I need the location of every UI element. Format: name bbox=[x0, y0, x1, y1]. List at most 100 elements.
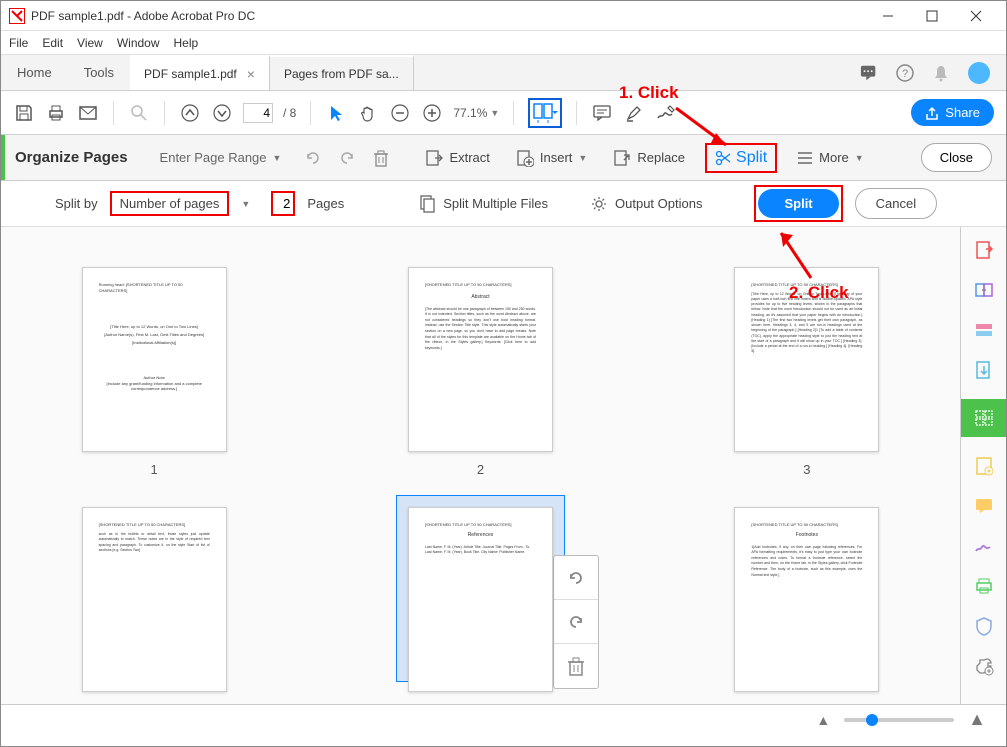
insert-button[interactable]: Insert▼ bbox=[510, 145, 593, 171]
tab-doc2[interactable]: Pages from PDF sa... bbox=[270, 55, 414, 90]
menu-edit[interactable]: Edit bbox=[42, 36, 63, 50]
split-execute-button[interactable]: Split bbox=[754, 185, 842, 222]
tab-row: Home Tools PDF sample1.pdf × Pages from … bbox=[1, 55, 1006, 91]
replace-button[interactable]: Replace bbox=[607, 145, 691, 171]
app-icon bbox=[9, 8, 25, 24]
rs-organize-active-icon[interactable] bbox=[961, 399, 1006, 437]
right-sidebar bbox=[960, 227, 1006, 704]
menu-help[interactable]: Help bbox=[174, 36, 199, 50]
share-icon bbox=[925, 106, 939, 120]
zoom-in-icon[interactable] bbox=[421, 102, 443, 124]
split-execute-label: Split bbox=[758, 189, 838, 218]
organize-bar: Organize Pages Enter Page Range ▼ Extrac… bbox=[1, 135, 1006, 181]
tab-doc1[interactable]: PDF sample1.pdf × bbox=[130, 55, 270, 90]
rs-comment-icon[interactable] bbox=[973, 455, 995, 477]
split-multiple-files-button[interactable]: Split Multiple Files bbox=[418, 195, 548, 213]
rs-more-tools-icon[interactable] bbox=[973, 655, 995, 677]
rotate-cw-icon[interactable] bbox=[554, 600, 598, 644]
page-thumb-1-label: 1 bbox=[151, 462, 158, 477]
bottom-zoom-bar: ▲ ▲ bbox=[1, 704, 1006, 734]
scissors-icon bbox=[715, 150, 731, 166]
page-thumb-1[interactable]: Running head: [SHORTENED TITLE UP TO 50 … bbox=[82, 267, 227, 452]
page-thumb-5[interactable]: [SHORTENED TITLE UP TO 50 CHARACTERS] Re… bbox=[408, 507, 553, 692]
page-thumb-3-label: 3 bbox=[803, 462, 810, 477]
pointer-icon[interactable] bbox=[325, 102, 347, 124]
menubar: File Edit View Window Help bbox=[1, 31, 1006, 55]
rotate-left-icon[interactable] bbox=[303, 148, 323, 168]
svg-text:?: ? bbox=[902, 68, 908, 80]
page-thumb-2-label: 2 bbox=[477, 462, 484, 477]
page-range-dropdown[interactable]: Enter Page Range ▼ bbox=[152, 146, 290, 169]
rs-fill-sign-icon[interactable] bbox=[973, 535, 995, 557]
split-count-input[interactable] bbox=[271, 191, 295, 216]
tab-tools[interactable]: Tools bbox=[68, 55, 130, 90]
highlight-icon[interactable] bbox=[623, 102, 645, 124]
rs-sticky-icon[interactable] bbox=[973, 495, 995, 517]
rs-protect-icon[interactable] bbox=[973, 615, 995, 637]
split-mode-dropdown[interactable]: Number of pages bbox=[110, 191, 230, 216]
cancel-button[interactable]: Cancel bbox=[855, 188, 937, 219]
minimize-button[interactable] bbox=[866, 1, 910, 31]
page-display-dropdown[interactable] bbox=[528, 98, 562, 128]
bell-icon[interactable] bbox=[932, 64, 950, 82]
close-window-button[interactable] bbox=[954, 1, 998, 31]
rotate-right-icon[interactable] bbox=[337, 148, 357, 168]
chevron-down-icon[interactable]: ▼ bbox=[241, 199, 259, 209]
maximize-button[interactable] bbox=[910, 1, 954, 31]
output-options-button[interactable]: Output Options bbox=[590, 195, 702, 213]
avatar[interactable] bbox=[968, 62, 990, 84]
menu-window[interactable]: Window bbox=[117, 36, 160, 50]
email-icon[interactable] bbox=[77, 102, 99, 124]
pages-label: Pages bbox=[307, 196, 344, 211]
tab-doc2-label: Pages from PDF sa... bbox=[284, 67, 399, 81]
comment-icon[interactable] bbox=[591, 102, 613, 124]
tab-doc1-close-icon[interactable]: × bbox=[247, 66, 255, 82]
rotate-ccw-icon[interactable] bbox=[554, 556, 598, 600]
rs-edit-pdf-icon[interactable] bbox=[973, 319, 995, 341]
print-icon[interactable] bbox=[45, 102, 67, 124]
zoom-large-icon[interactable]: ▲ bbox=[968, 709, 986, 730]
sign-icon[interactable] bbox=[655, 102, 677, 124]
delete-icon[interactable] bbox=[371, 148, 391, 168]
search-icon[interactable] bbox=[128, 102, 150, 124]
save-icon[interactable] bbox=[13, 102, 35, 124]
page-up-icon[interactable] bbox=[179, 102, 201, 124]
page-thumb-2[interactable]: [SHORTENED TITLE UP TO 50 CHARACTERS] Ab… bbox=[408, 267, 553, 452]
rs-export-pdf-icon[interactable] bbox=[973, 239, 995, 261]
page-total: / 8 bbox=[283, 106, 296, 120]
rs-create-pdf-icon[interactable] bbox=[973, 279, 995, 301]
notifications-icon[interactable] bbox=[860, 64, 878, 82]
split-by-label: Split by bbox=[55, 196, 98, 211]
menu-file[interactable]: File bbox=[9, 36, 28, 50]
split-options-bar: Split by Number of pages ▼ Pages Split M… bbox=[1, 181, 1006, 227]
thumbnails-panel[interactable]: Running head: [SHORTENED TITLE UP TO 50 … bbox=[1, 227, 960, 704]
hand-icon[interactable] bbox=[357, 102, 379, 124]
titlebar: PDF sample1.pdf - Adobe Acrobat Pro DC bbox=[1, 1, 1006, 31]
zoom-out-icon[interactable] bbox=[389, 102, 411, 124]
tab-home[interactable]: Home bbox=[1, 55, 68, 90]
close-organize-button[interactable]: Close bbox=[921, 143, 992, 172]
page-thumb-6[interactable]: [SHORTENED TITLE UP TO 50 CHARACTERS] Fo… bbox=[734, 507, 879, 692]
zoom-value[interactable]: 77.1% ▼ bbox=[453, 106, 499, 120]
split-tool-button[interactable]: Split bbox=[705, 143, 777, 173]
zoom-slider[interactable] bbox=[844, 718, 954, 722]
menu-view[interactable]: View bbox=[77, 36, 103, 50]
page-thumb-4[interactable]: [SHORTENED TITLE UP TO 50 CHARACTERS] su… bbox=[82, 507, 227, 692]
trash-icon[interactable] bbox=[554, 644, 598, 688]
zoom-small-icon[interactable]: ▲ bbox=[816, 712, 830, 728]
tab-doc1-label: PDF sample1.pdf bbox=[144, 67, 237, 81]
help-icon[interactable]: ? bbox=[896, 64, 914, 82]
page-number-input[interactable] bbox=[243, 103, 273, 123]
share-button[interactable]: Share bbox=[911, 99, 994, 126]
page-thumb-3[interactable]: [SHORTENED TITLE UP TO 50 CHARACTERS] [T… bbox=[734, 267, 879, 452]
more-button[interactable]: More▼ bbox=[791, 146, 870, 169]
main-area: Running head: [SHORTENED TITLE UP TO 50 … bbox=[1, 227, 1006, 704]
extract-button[interactable]: Extract bbox=[419, 145, 495, 171]
rs-print-prod-icon[interactable] bbox=[973, 575, 995, 597]
page-down-icon[interactable] bbox=[211, 102, 233, 124]
main-toolbar: / 8 77.1% ▼ Share bbox=[1, 91, 1006, 135]
rs-export-icon[interactable] bbox=[973, 359, 995, 381]
share-label: Share bbox=[945, 105, 980, 120]
split-tool-label: Split bbox=[736, 149, 767, 167]
window-title: PDF sample1.pdf - Adobe Acrobat Pro DC bbox=[31, 9, 866, 23]
